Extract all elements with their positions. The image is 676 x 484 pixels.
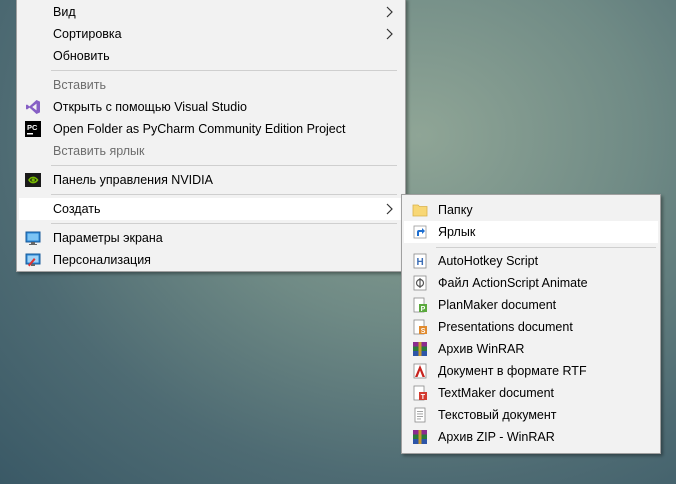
- planmaker-document-icon: P: [413, 297, 427, 313]
- submenu-item-actionscript[interactable]: Файл ActionScript Animate: [404, 272, 658, 294]
- svg-text:T: T: [421, 394, 426, 401]
- menu-item-label: Параметры экрана: [53, 231, 163, 245]
- menu-separator: [51, 70, 397, 71]
- svg-text:S: S: [421, 328, 426, 335]
- submenu-item-winrar-archive[interactable]: Архив WinRAR: [404, 338, 658, 360]
- menu-item-label: Open Folder as PyCharm Community Edition…: [53, 122, 346, 136]
- submenu-item-textmaker[interactable]: T TextMaker document: [404, 382, 658, 404]
- submenu-item-label: Документ в формате RTF: [438, 364, 587, 378]
- submenu-item-planmaker[interactable]: P PlanMaker document: [404, 294, 658, 316]
- nvidia-icon: [25, 173, 41, 187]
- monitor-icon: [25, 231, 41, 245]
- chevron-right-icon: [386, 6, 393, 18]
- submenu-item-text-document[interactable]: Текстовый документ: [404, 404, 658, 426]
- menu-item-label: Обновить: [53, 49, 110, 63]
- menu-item-view[interactable]: Вид: [19, 1, 403, 23]
- submenu-item-presentations[interactable]: S Presentations document: [404, 316, 658, 338]
- menu-item-label: Сортировка: [53, 27, 122, 41]
- menu-item-label: Персонализация: [53, 253, 151, 267]
- menu-item-label: Вид: [53, 5, 76, 19]
- menu-item-sort[interactable]: Сортировка: [19, 23, 403, 45]
- menu-item-label: Вставить: [53, 78, 106, 92]
- menu-item-label: Вставить ярлык: [53, 144, 145, 158]
- new-submenu: Папку Ярлык H AutoHotkey Script Файл Act…: [401, 194, 661, 454]
- chevron-right-icon: [386, 28, 393, 40]
- rtf-document-icon: [413, 363, 427, 379]
- menu-item-new[interactable]: Создать: [19, 198, 403, 220]
- folder-icon: [412, 204, 428, 217]
- svg-text:P: P: [421, 306, 426, 313]
- submenu-item-label: AutoHotkey Script: [438, 254, 539, 268]
- menu-item-label: Панель управления NVIDIA: [53, 173, 213, 187]
- svg-text:PC: PC: [27, 123, 38, 132]
- presentations-document-icon: S: [413, 319, 427, 335]
- menu-separator: [51, 165, 397, 166]
- submenu-item-rtf-document[interactable]: Документ в формате RTF: [404, 360, 658, 382]
- actionscript-icon: [413, 275, 427, 291]
- winrar-icon: [413, 342, 427, 356]
- personalization-icon: [25, 253, 41, 267]
- menu-item-paste-shortcut[interactable]: Вставить ярлык: [19, 140, 403, 162]
- menu-item-label: Создать: [53, 202, 101, 216]
- winrar-zip-icon: [413, 430, 427, 444]
- menu-item-display-settings[interactable]: Параметры экрана: [19, 227, 403, 249]
- submenu-item-shortcut[interactable]: Ярлык: [404, 221, 658, 243]
- submenu-item-zip-archive[interactable]: Архив ZIP - WinRAR: [404, 426, 658, 448]
- text-document-icon: [414, 407, 426, 423]
- submenu-item-label: Ярлык: [438, 225, 476, 239]
- pycharm-icon: PC: [25, 121, 41, 137]
- submenu-item-label: Текстовый документ: [438, 408, 557, 422]
- menu-item-paste[interactable]: Вставить: [19, 74, 403, 96]
- submenu-item-folder[interactable]: Папку: [404, 199, 658, 221]
- menu-item-nvidia-control-panel[interactable]: Панель управления NVIDIA: [19, 169, 403, 191]
- menu-item-refresh[interactable]: Обновить: [19, 45, 403, 67]
- textmaker-document-icon: T: [413, 385, 427, 401]
- menu-item-personalization[interactable]: Персонализация: [19, 249, 403, 271]
- chevron-right-icon: [386, 203, 393, 215]
- shortcut-icon: [413, 225, 427, 239]
- menu-item-label: Открыть с помощью Visual Studio: [53, 100, 247, 114]
- menu-item-open-visual-studio[interactable]: Открыть с помощью Visual Studio: [19, 96, 403, 118]
- desktop-context-menu: Вид Сортировка Обновить Вставить Открыть…: [16, 0, 406, 272]
- menu-separator: [436, 247, 656, 248]
- submenu-item-label: Архив WinRAR: [438, 342, 525, 356]
- submenu-item-label: PlanMaker document: [438, 298, 557, 312]
- submenu-item-label: Папку: [438, 203, 473, 217]
- submenu-item-label: Файл ActionScript Animate: [438, 276, 588, 290]
- svg-text:H: H: [417, 257, 424, 268]
- autohotkey-icon: H: [413, 253, 427, 269]
- submenu-item-label: Архив ZIP - WinRAR: [438, 430, 555, 444]
- visual-studio-icon: [26, 100, 40, 114]
- submenu-item-autohotkey[interactable]: H AutoHotkey Script: [404, 250, 658, 272]
- submenu-item-label: Presentations document: [438, 320, 573, 334]
- menu-separator: [51, 194, 397, 195]
- menu-separator: [51, 223, 397, 224]
- submenu-item-label: TextMaker document: [438, 386, 555, 400]
- menu-item-open-pycharm[interactable]: PC Open Folder as PyCharm Community Edit…: [19, 118, 403, 140]
